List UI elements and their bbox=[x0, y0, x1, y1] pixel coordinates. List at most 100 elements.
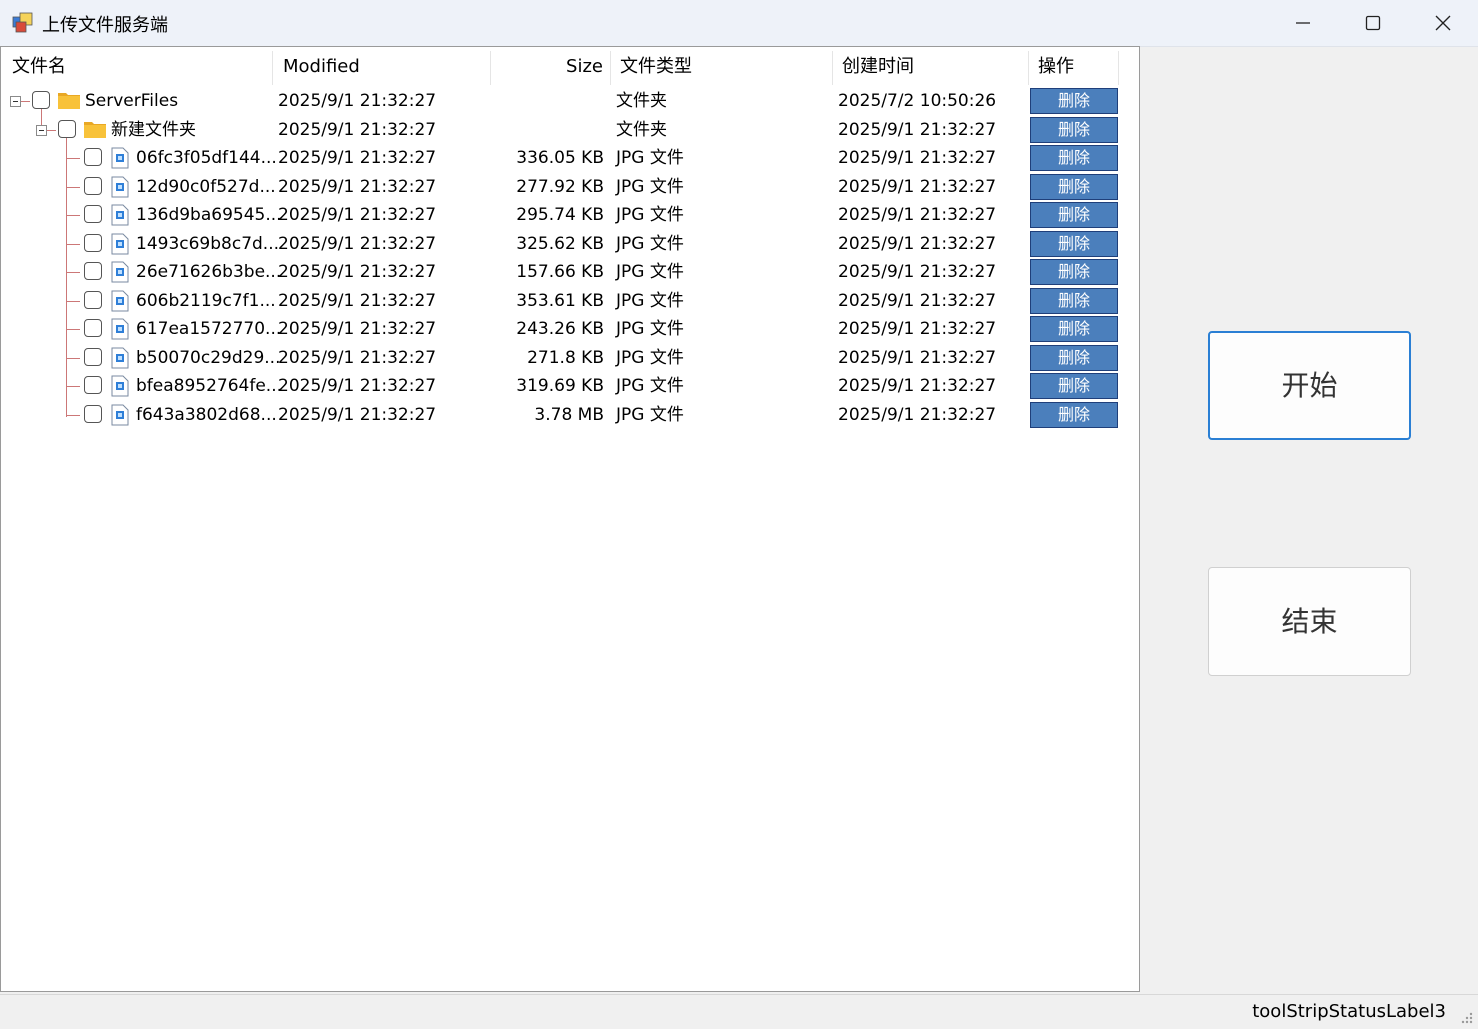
close-button[interactable] bbox=[1408, 0, 1478, 46]
start-button[interactable]: 开始 bbox=[1208, 331, 1411, 440]
collapse-toggle-icon[interactable] bbox=[10, 96, 21, 107]
file-size: 336.05 KB bbox=[516, 148, 604, 168]
tree-connector bbox=[66, 272, 80, 273]
file-size: 271.8 KB bbox=[527, 347, 604, 368]
tree-row-file[interactable]: 606b2119c7f1... 2025/9/1 21:32:27 353.61 K… bbox=[1, 287, 1139, 316]
file-size: 295.74 KB bbox=[516, 205, 604, 225]
image-file-icon bbox=[111, 347, 129, 368]
window-title: 上传文件服务端 bbox=[42, 15, 168, 36]
delete-button[interactable]: 删除 bbox=[1030, 344, 1118, 371]
modified-date: 2025/9/1 21:32:27 bbox=[278, 91, 437, 111]
row-checkbox[interactable] bbox=[84, 290, 102, 309]
delete-button[interactable]: 删除 bbox=[1030, 287, 1118, 314]
column-header-action[interactable]: 操作 bbox=[1038, 47, 1074, 87]
row-checkbox[interactable] bbox=[84, 205, 102, 223]
row-checkbox[interactable] bbox=[32, 91, 50, 109]
image-file-icon bbox=[111, 318, 129, 340]
file-type: JPG 文件 bbox=[616, 148, 684, 168]
column-header-modified[interactable]: Modified bbox=[283, 47, 360, 87]
file-type: JPG 文件 bbox=[616, 176, 684, 197]
file-type: JPG 文件 bbox=[616, 376, 684, 396]
modified-date: 2025/9/1 21:32:27 bbox=[278, 290, 437, 311]
image-file-icon bbox=[111, 261, 129, 283]
column-header-size[interactable]: Size bbox=[491, 47, 603, 87]
tree-connector bbox=[66, 386, 80, 387]
tree-row-file[interactable]: f643a3802d68... 2025/9/1 21:32:27 3.78 MB J… bbox=[1, 401, 1139, 430]
delete-button[interactable]: 删除 bbox=[1030, 88, 1118, 114]
file-size: 325.62 KB bbox=[516, 233, 604, 254]
file-name: ServerFiles bbox=[85, 91, 179, 111]
tree-row-file[interactable]: 12d90c0f527d... 2025/9/1 21:32:27 277.92 K… bbox=[1, 173, 1139, 202]
minimize-button[interactable] bbox=[1268, 0, 1338, 46]
row-checkbox[interactable] bbox=[84, 347, 102, 366]
file-type: JPG 文件 bbox=[616, 404, 684, 425]
delete-button[interactable]: 删除 bbox=[1030, 373, 1118, 399]
column-header-name[interactable]: 文件名 bbox=[12, 47, 66, 87]
file-size: 3.78 MB bbox=[534, 404, 604, 425]
image-file-icon bbox=[111, 404, 129, 425]
tree-row-folder[interactable]: ServerFiles 2025/9/1 21:32:27 文件夹 2025/7/2 … bbox=[1, 87, 1139, 116]
delete-button[interactable]: 删除 bbox=[1030, 173, 1118, 200]
tree-row-file[interactable]: 1493c69b8c7d... 2025/9/1 21:32:27 325.62 K… bbox=[1, 230, 1139, 259]
file-name: bfea8952764fe... bbox=[136, 376, 283, 396]
header-separator bbox=[272, 51, 273, 85]
delete-button[interactable]: 删除 bbox=[1030, 116, 1118, 143]
tree-row-file[interactable]: 136d9ba69545... 2025/9/1 21:32:27 295.74 K… bbox=[1, 201, 1139, 230]
stop-button[interactable]: 结束 bbox=[1208, 567, 1411, 676]
minimize-icon bbox=[1296, 22, 1310, 24]
column-header-type[interactable]: 文件类型 bbox=[620, 47, 692, 87]
column-header-created[interactable]: 创建时间 bbox=[842, 47, 914, 87]
delete-button[interactable]: 删除 bbox=[1030, 202, 1118, 228]
tree-connector bbox=[66, 158, 80, 159]
created-date: 2025/9/1 21:32:27 bbox=[838, 262, 997, 282]
row-checkbox[interactable] bbox=[84, 262, 102, 280]
file-size: 319.69 KB bbox=[516, 376, 604, 396]
file-tree-list[interactable]: 文件名 Modified Size 文件类型 创建时间 操作 ServerFil… bbox=[0, 46, 1140, 992]
created-date: 2025/9/1 21:32:27 bbox=[838, 176, 997, 197]
status-label: toolStripStatusLabel3 bbox=[1252, 1001, 1446, 1022]
tree-connector bbox=[47, 129, 56, 131]
file-name: 136d9ba69545... bbox=[136, 205, 282, 225]
collapse-toggle-icon[interactable] bbox=[36, 124, 47, 136]
delete-button[interactable]: 删除 bbox=[1030, 401, 1118, 428]
tree-connector bbox=[21, 101, 30, 102]
created-date: 2025/9/1 21:32:27 bbox=[838, 347, 997, 368]
file-name: 新建文件夹 bbox=[111, 119, 196, 140]
file-type: JPG 文件 bbox=[616, 262, 684, 282]
tree-row-file[interactable]: 26e71626b3be... 2025/9/1 21:32:27 157.66 K… bbox=[1, 258, 1139, 287]
delete-button[interactable]: 删除 bbox=[1030, 230, 1118, 257]
tree-row-file[interactable]: 06fc3f05df144... 2025/9/1 21:32:27 336.05 … bbox=[1, 144, 1139, 173]
row-checkbox[interactable] bbox=[84, 233, 102, 252]
row-checkbox[interactable] bbox=[84, 148, 102, 166]
file-name: 06fc3f05df144... bbox=[136, 148, 277, 168]
row-checkbox[interactable] bbox=[84, 376, 102, 394]
tree-connector bbox=[66, 186, 80, 188]
row-checkbox[interactable] bbox=[58, 119, 76, 138]
row-checkbox[interactable] bbox=[84, 176, 102, 195]
modified-date: 2025/9/1 21:32:27 bbox=[278, 148, 437, 168]
maximize-button[interactable] bbox=[1338, 0, 1408, 46]
modified-date: 2025/9/1 21:32:27 bbox=[278, 319, 437, 339]
file-type: JPG 文件 bbox=[616, 233, 684, 254]
image-file-icon bbox=[111, 147, 129, 169]
file-name: b50070c29d29... bbox=[136, 347, 281, 368]
delete-button[interactable]: 删除 bbox=[1030, 145, 1118, 171]
tree-row-folder[interactable]: 新建文件夹 2025/9/1 21:32:27 文件夹 2025/9/1 21:32:… bbox=[1, 116, 1139, 145]
header-separator bbox=[1118, 51, 1119, 85]
header-separator bbox=[610, 51, 611, 85]
app-icon bbox=[12, 12, 33, 33]
modified-date: 2025/9/1 21:32:27 bbox=[278, 176, 437, 197]
maximize-icon bbox=[1365, 15, 1381, 31]
row-checkbox[interactable] bbox=[84, 319, 102, 337]
folder-icon bbox=[58, 93, 80, 109]
resize-grip-icon[interactable] bbox=[1458, 1009, 1474, 1025]
image-file-icon bbox=[111, 233, 129, 254]
tree-row-file[interactable]: bfea8952764fe... 2025/9/1 21:32:27 319.69 … bbox=[1, 372, 1139, 401]
row-checkbox[interactable] bbox=[84, 404, 102, 423]
delete-button[interactable]: 删除 bbox=[1030, 316, 1118, 342]
tree-row-file[interactable]: 617ea1572770... 2025/9/1 21:32:27 243.26 K… bbox=[1, 315, 1139, 344]
delete-button[interactable]: 删除 bbox=[1030, 259, 1118, 285]
file-name: 606b2119c7f1... bbox=[136, 290, 276, 311]
tree-row-file[interactable]: b50070c29d29... 2025/9/1 21:32:27 271.8 KB… bbox=[1, 344, 1139, 373]
file-name: 26e71626b3be... bbox=[136, 262, 282, 282]
